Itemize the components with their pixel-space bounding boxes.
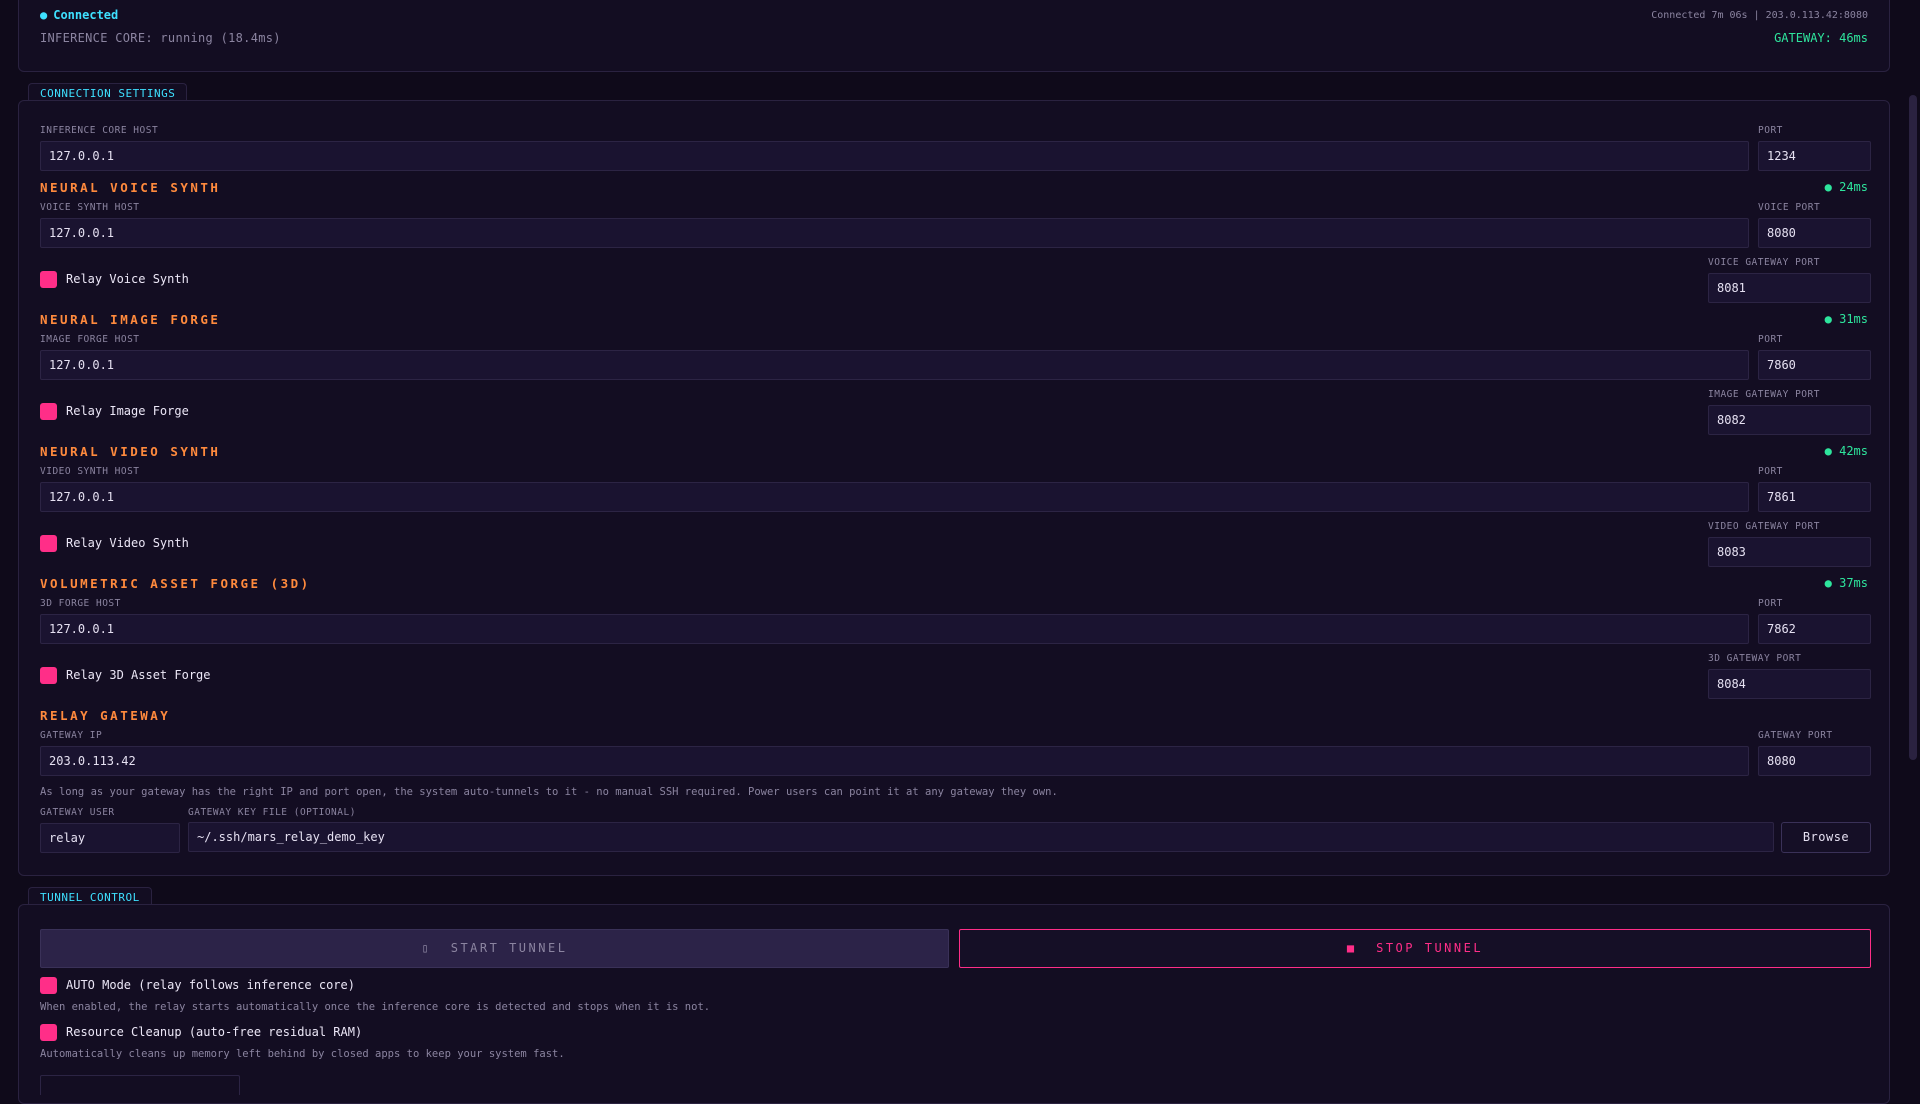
- inference-host-input[interactable]: 127.0.0.1: [40, 141, 1749, 171]
- voice-gateway-port-input[interactable]: 8081: [1708, 273, 1871, 303]
- partial-input-field[interactable]: [40, 1075, 240, 1095]
- image-section-title: NEURAL IMAGE FORGE: [40, 312, 221, 327]
- stop-tunnel-label: STOP TUNNEL: [1376, 941, 1484, 955]
- image-port-label: PORT: [1758, 334, 1783, 345]
- image-port-input[interactable]: 7860: [1758, 350, 1871, 380]
- voice-port-input[interactable]: 8080: [1758, 218, 1871, 248]
- connection-status-text: Connected: [53, 8, 119, 22]
- voice-gateway-port-label: VOICE GATEWAY PORT: [1708, 257, 1820, 268]
- tunnel-control-panel: ▯ START TUNNEL ■ STOP TUNNEL AUTO Mode (…: [18, 904, 1890, 1104]
- voice-latency: ● 24ms: [1824, 180, 1868, 194]
- video-gateway-port-label: VIDEO GATEWAY PORT: [1708, 521, 1820, 532]
- inference-port-label: PORT: [1758, 125, 1783, 136]
- relay-asset3d-label[interactable]: Relay 3D Asset Forge: [66, 668, 211, 682]
- asset3d-latency: ● 37ms: [1824, 576, 1868, 590]
- gateway-key-input[interactable]: ~/.ssh/mars_relay_demo_key: [188, 822, 1774, 852]
- gateway-user-input[interactable]: relay: [40, 823, 180, 853]
- start-tunnel-label: START TUNNEL: [450, 941, 568, 955]
- image-gateway-port-label: IMAGE GATEWAY PORT: [1708, 389, 1820, 400]
- video-port-input[interactable]: 7861: [1758, 482, 1871, 512]
- scrollbar[interactable]: [1909, 95, 1917, 760]
- video-gateway-port-input[interactable]: 8083: [1708, 537, 1871, 567]
- video-port-label: PORT: [1758, 466, 1783, 477]
- relay-video-label[interactable]: Relay Video Synth: [66, 536, 189, 550]
- stop-tunnel-button[interactable]: ■ STOP TUNNEL: [959, 929, 1871, 968]
- status-dot-icon: ●: [40, 8, 48, 22]
- gateway-latency: GATEWAY: 46ms: [1774, 31, 1868, 45]
- cleanup-checkbox[interactable]: [40, 1024, 57, 1041]
- gateway-section-title: RELAY GATEWAY: [40, 708, 171, 723]
- relay-image-checkbox[interactable]: [40, 403, 57, 420]
- inference-port-input[interactable]: 1234: [1758, 141, 1871, 171]
- video-section-title: NEURAL VIDEO SYNTH: [40, 444, 221, 459]
- asset3d-host-label: 3D FORGE HOST: [40, 598, 121, 609]
- asset3d-gateway-port-label: 3D GATEWAY PORT: [1708, 653, 1802, 664]
- cleanup-label[interactable]: Resource Cleanup (auto-free residual RAM…: [66, 1025, 362, 1039]
- relay-asset3d-checkbox[interactable]: [40, 667, 57, 684]
- relay-voice-label[interactable]: Relay Voice Synth: [66, 272, 189, 286]
- auto-mode-help: When enabled, the relay starts automatic…: [40, 1001, 711, 1013]
- session-info: Connected 7m 06s | 203.0.113.42:8080: [1651, 10, 1868, 21]
- start-icon: ▯: [421, 941, 432, 955]
- gateway-port-input[interactable]: 8080: [1758, 746, 1871, 776]
- cleanup-help: Automatically cleans up memory left behi…: [40, 1048, 565, 1060]
- connection-status: ● Connected: [40, 8, 118, 22]
- status-panel: ● Connected INFERENCE CORE: running (18.4…: [18, 0, 1890, 72]
- relay-video-checkbox[interactable]: [40, 535, 57, 552]
- stop-icon: ■: [1346, 941, 1357, 955]
- image-latency: ● 31ms: [1824, 312, 1868, 326]
- asset3d-gateway-port-input[interactable]: 8084: [1708, 669, 1871, 699]
- image-host-label: IMAGE FORGE HOST: [40, 334, 140, 345]
- asset3d-port-input[interactable]: 7862: [1758, 614, 1871, 644]
- gateway-help-text: As long as your gateway has the right IP…: [40, 786, 1058, 798]
- video-host-input[interactable]: 127.0.0.1: [40, 482, 1749, 512]
- asset3d-port-label: PORT: [1758, 598, 1783, 609]
- voice-host-label: VOICE SYNTH HOST: [40, 202, 140, 213]
- image-gateway-port-input[interactable]: 8082: [1708, 405, 1871, 435]
- browse-button[interactable]: Browse: [1781, 822, 1871, 853]
- video-latency: ● 42ms: [1824, 444, 1868, 458]
- gateway-ip-label: GATEWAY IP: [40, 730, 103, 741]
- gateway-user-label: GATEWAY USER: [40, 807, 115, 818]
- connection-settings-panel: INFERENCE CORE HOST 127.0.0.1 PORT 1234 …: [18, 100, 1890, 876]
- relay-voice-checkbox[interactable]: [40, 271, 57, 288]
- voice-section-title: NEURAL VOICE SYNTH: [40, 180, 221, 195]
- video-host-label: VIDEO SYNTH HOST: [40, 466, 140, 477]
- relay-image-label[interactable]: Relay Image Forge: [66, 404, 189, 418]
- gateway-ip-input[interactable]: 203.0.113.42: [40, 746, 1749, 776]
- inference-host-label: INFERENCE CORE HOST: [40, 125, 159, 136]
- auto-mode-checkbox[interactable]: [40, 977, 57, 994]
- voice-host-input[interactable]: 127.0.0.1: [40, 218, 1749, 248]
- gateway-port-label: GATEWAY PORT: [1758, 730, 1833, 741]
- gateway-key-label: GATEWAY KEY FILE (OPTIONAL): [188, 807, 356, 818]
- start-tunnel-button[interactable]: ▯ START TUNNEL: [40, 929, 949, 968]
- image-host-input[interactable]: 127.0.0.1: [40, 350, 1749, 380]
- inference-core-status: INFERENCE CORE: running (18.4ms): [40, 31, 281, 45]
- voice-port-label: VOICE PORT: [1758, 202, 1821, 213]
- auto-mode-label[interactable]: AUTO Mode (relay follows inference core): [66, 978, 355, 992]
- asset3d-host-input[interactable]: 127.0.0.1: [40, 614, 1749, 644]
- asset3d-section-title: VOLUMETRIC ASSET FORGE (3D): [40, 576, 311, 591]
